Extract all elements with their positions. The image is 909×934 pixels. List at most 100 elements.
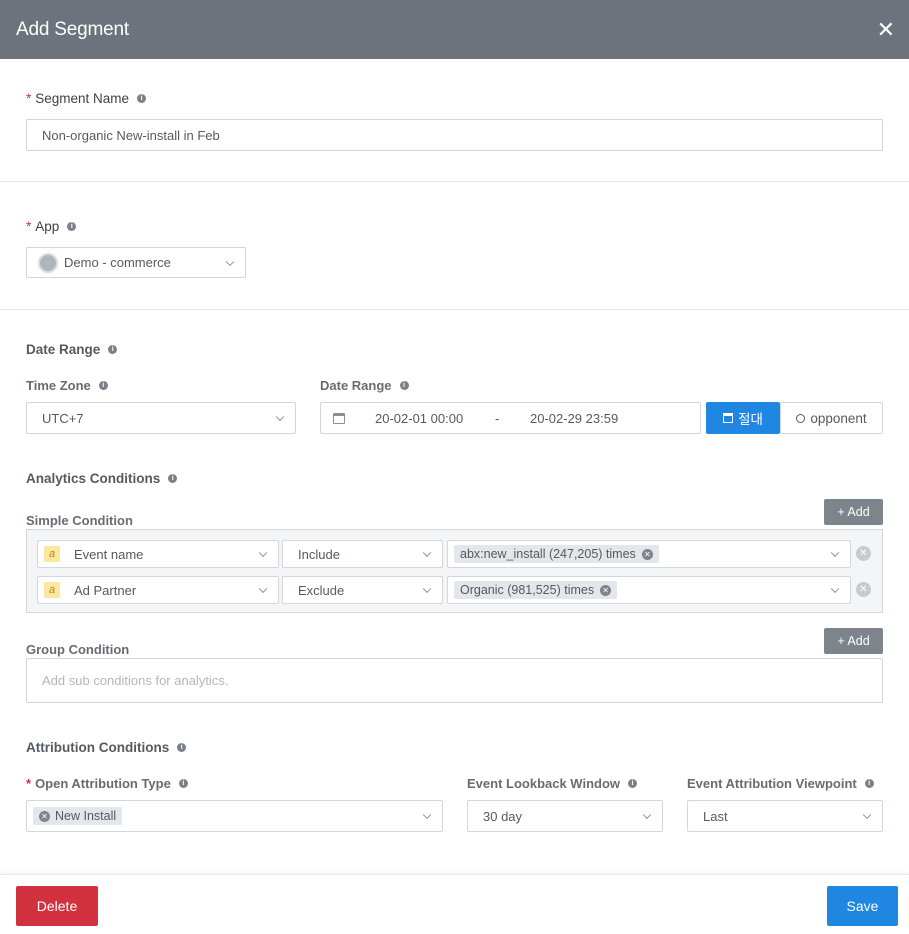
delete-button-label: Delete	[36, 898, 78, 914]
condition-value-tag-text: Organic (981,525) times	[460, 583, 595, 597]
remove-icon[interactable]: ✕	[600, 584, 612, 596]
info-icon: i	[399, 381, 409, 390]
attribution-conditions-title: Attribution Conditions i	[26, 740, 187, 755]
app-label: * App i	[26, 219, 77, 234]
remove-condition-icon[interactable]: ✕	[856, 546, 871, 561]
relative-date-button[interactable]: opponent	[780, 402, 883, 434]
group-condition-area[interactable]: Add sub conditions for analytics.	[26, 658, 883, 703]
attribution-title-text: Attribution Conditions	[26, 740, 170, 755]
lookback-window-select[interactable]: 30 day	[467, 800, 663, 832]
add-button-label: + Add	[837, 634, 870, 648]
date-range-title-text: Date Range	[26, 342, 101, 357]
analytics-conditions-title: Analytics Conditions i	[26, 471, 178, 486]
info-icon: i	[67, 222, 77, 231]
chevron-down-icon	[422, 584, 432, 594]
info-icon: i	[108, 345, 118, 354]
add-group-condition-button[interactable]: + Add	[824, 628, 883, 654]
simple-condition-label-text: Simple Condition	[26, 513, 133, 528]
app-label-text: App	[35, 219, 60, 234]
chevron-down-icon	[422, 548, 432, 558]
attribute-badge: a	[44, 582, 60, 598]
delete-button[interactable]: Delete	[16, 886, 98, 926]
remove-condition-icon[interactable]: ✕	[856, 582, 871, 597]
remove-icon[interactable]: ✕	[39, 810, 50, 822]
modal-header: Add Segment ✕	[0, 0, 909, 59]
absolute-date-label: 절대	[738, 412, 763, 427]
condition-value-tag: abx:new_install (247,205) times ✕	[454, 545, 659, 563]
calendar-icon	[723, 413, 734, 423]
simple-condition-label: Simple Condition	[26, 513, 133, 528]
open-attribution-type-label-text: Open Attribution Type	[35, 776, 171, 791]
date-range-label: Date Range i	[320, 378, 409, 393]
info-icon: i	[177, 743, 187, 752]
app-logo	[38, 252, 58, 273]
relative-date-label: opponent	[810, 410, 867, 426]
condition-field-value: Event name	[74, 546, 144, 562]
condition-field-select[interactable]: a Event name	[37, 540, 279, 568]
group-condition-placeholder: Add sub conditions for analytics.	[42, 673, 229, 688]
chevron-down-icon	[422, 810, 432, 820]
remove-icon[interactable]: ✕	[641, 548, 653, 560]
chevron-down-icon	[862, 810, 872, 820]
lookback-window-label: Event Lookback Window i	[467, 776, 638, 791]
close-icon[interactable]: ✕	[877, 18, 895, 41]
condition-operator-value: Include	[298, 546, 340, 562]
segment-name-label: * Segment Name i	[26, 91, 147, 106]
attribution-type-tag-text: New Install	[55, 809, 117, 823]
divider	[0, 181, 909, 182]
segment-name-input[interactable]: Non-organic New-install in Feb	[26, 119, 883, 151]
group-condition-label-text: Group Condition	[26, 642, 130, 657]
app-select[interactable]: Demo - commerce	[26, 247, 246, 278]
attribution-viewpoint-value: Last	[703, 808, 728, 824]
condition-operator-select[interactable]: Include	[282, 540, 443, 568]
lookback-window-value: 30 day	[483, 808, 523, 824]
info-icon: i	[628, 779, 638, 788]
time-zone-select[interactable]: UTC+7	[26, 402, 296, 434]
info-icon: i	[864, 779, 874, 788]
calendar-icon	[333, 412, 345, 424]
attribute-badge: a	[44, 546, 60, 562]
modal-title: Add Segment	[16, 18, 129, 40]
chevron-down-icon	[642, 810, 652, 820]
condition-operator-select[interactable]: Exclude	[282, 576, 443, 604]
segment-name-label-text: Segment Name	[35, 91, 130, 106]
info-icon: i	[137, 94, 147, 103]
condition-value-select[interactable]: Organic (981,525) times ✕	[447, 576, 851, 604]
chevron-down-icon	[830, 548, 840, 558]
add-simple-condition-button[interactable]: + Add	[824, 499, 883, 525]
add-button-label: + Add	[837, 505, 870, 519]
condition-value-tag-text: abx:new_install (247,205) times	[460, 547, 636, 561]
app-select-value: Demo - commerce	[64, 255, 171, 270]
condition-field-select[interactable]: a Ad Partner	[37, 576, 279, 604]
analytics-title-text: Analytics Conditions	[26, 471, 161, 486]
date-start: 20-02-01 00:00	[375, 410, 464, 426]
save-button[interactable]: Save	[827, 886, 898, 926]
info-icon: i	[168, 474, 178, 483]
condition-value-tag: Organic (981,525) times ✕	[454, 581, 618, 599]
attribution-viewpoint-select[interactable]: Last	[687, 800, 883, 832]
condition-field-value: Ad Partner	[74, 582, 137, 598]
save-button-label: Save	[846, 898, 879, 914]
date-separator: -	[495, 410, 500, 426]
date-range-label-text: Date Range	[320, 378, 392, 393]
condition-value-select[interactable]: abx:new_install (247,205) times ✕	[447, 540, 851, 568]
group-condition-label: Group Condition	[26, 642, 129, 657]
attribution-viewpoint-label-text: Event Attribution Viewpoint	[687, 776, 857, 791]
info-icon: i	[98, 381, 108, 390]
open-attribution-type-select[interactable]: ✕ New Install	[26, 800, 443, 832]
chevron-down-icon	[258, 584, 268, 594]
info-icon: i	[178, 779, 188, 788]
simple-condition-box: a Event name Include abx:new_install (24…	[26, 529, 883, 613]
location-icon	[796, 413, 806, 423]
time-zone-label-text: Time Zone	[26, 378, 91, 393]
attribution-viewpoint-label: Event Attribution Viewpoint i	[687, 776, 874, 791]
chevron-down-icon	[225, 257, 235, 266]
chevron-down-icon	[830, 584, 840, 594]
chevron-down-icon	[275, 412, 285, 422]
divider	[0, 309, 909, 310]
segment-name-value: Non-organic New-install in Feb	[42, 127, 220, 143]
date-range-section-title: Date Range i	[26, 342, 118, 357]
absolute-date-button[interactable]: 절대	[706, 402, 780, 434]
date-range-picker[interactable]: 20-02-01 00:00 - 20-02-29 23:59	[320, 402, 701, 434]
attribution-type-tag: ✕ New Install	[33, 807, 123, 825]
